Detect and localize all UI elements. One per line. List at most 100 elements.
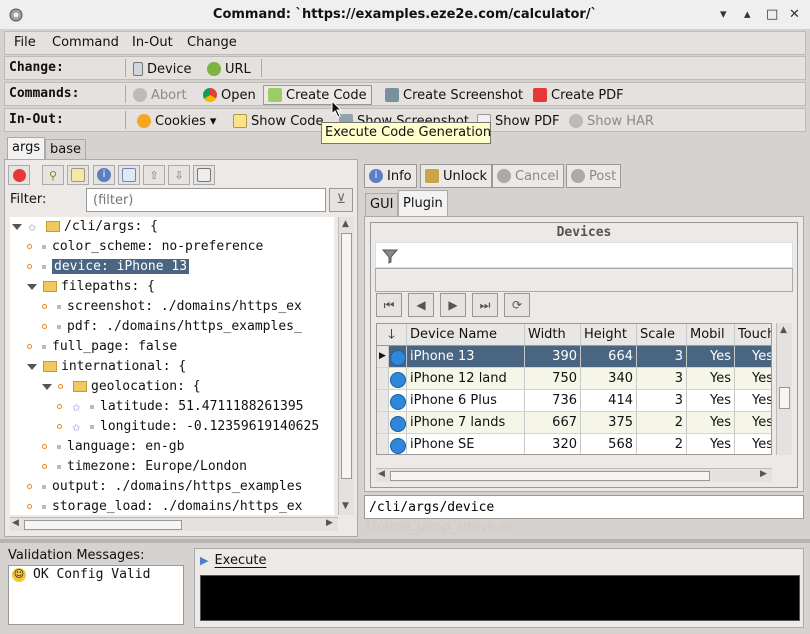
- table-row[interactable]: iPhone 6 Plus 736 414 3 Yes Yes: [377, 390, 771, 412]
- args-tree[interactable]: ✩ /cli/args: {color_scheme: no-preference…: [10, 217, 334, 515]
- post-button[interactable]: Post: [566, 164, 622, 188]
- create-code-button[interactable]: Create Code: [263, 85, 372, 105]
- tree-horizontal-scrollbar[interactable]: ◀ ▶: [10, 517, 338, 531]
- tree-row[interactable]: device: iPhone 13: [27, 257, 190, 277]
- abort-button[interactable]: Abort: [129, 85, 191, 105]
- close-button[interactable]: ✕: [789, 7, 800, 22]
- table-horizontal-scrollbar[interactable]: ◀ ▶: [376, 468, 772, 482]
- open-button[interactable]: Open: [199, 85, 260, 105]
- table-row[interactable]: ▶ iPhone 13 390 664 3 Yes Yes: [377, 346, 771, 368]
- url-button[interactable]: URL: [203, 59, 255, 79]
- show-code-button[interactable]: Show Code: [229, 111, 328, 131]
- tab-args[interactable]: args: [7, 137, 46, 159]
- column-header[interactable]: Touch: [735, 324, 771, 346]
- expand-toggle-icon[interactable]: [42, 383, 52, 390]
- last-record-button[interactable]: ⏭: [472, 293, 498, 317]
- device-button[interactable]: Device: [129, 59, 195, 79]
- devices-search-bar[interactable]: [375, 268, 793, 292]
- column-header[interactable]: Scale: [637, 324, 687, 346]
- tree-row[interactable]: ✩ /cli/args: {: [12, 217, 158, 237]
- column-header[interactable]: Device Name: [407, 324, 525, 346]
- info-tool-button[interactable]: i: [93, 165, 115, 185]
- splitter[interactable]: [0, 539, 810, 543]
- tree-vertical-scrollbar[interactable]: ▲ ▼: [338, 217, 354, 515]
- table-cell: Yes: [735, 368, 771, 390]
- unlock-button[interactable]: Unlock: [420, 164, 492, 188]
- tab-gui[interactable]: GUI: [365, 193, 399, 217]
- scroll-thumb[interactable]: [779, 387, 790, 409]
- expand-toggle-icon[interactable]: [12, 223, 22, 230]
- tree-row[interactable]: language: en-gb: [42, 437, 184, 457]
- expand-toggle-icon[interactable]: [27, 283, 37, 290]
- table-row[interactable]: iPhone SE 320 568 2 Yes Yes: [377, 434, 771, 454]
- create-code-button-label: Create Code: [286, 87, 367, 103]
- cancel-button[interactable]: Cancel: [492, 164, 565, 188]
- tree-row[interactable]: filepaths: {: [27, 277, 155, 297]
- first-record-button[interactable]: ⏮: [376, 293, 402, 317]
- folder-icon: [73, 381, 87, 392]
- node-bullet-icon: [42, 304, 47, 309]
- tree-row[interactable]: geolocation: {: [42, 377, 201, 397]
- tree-row[interactable]: timezone: Europe/London: [42, 457, 247, 477]
- restore-button[interactable]: ▴: [744, 7, 751, 22]
- move-up-button[interactable]: ⇧: [143, 165, 165, 185]
- tree-row[interactable]: ✩ latitude: 51.4711188261395: [57, 397, 304, 417]
- minimize-button[interactable]: ▾: [720, 7, 727, 22]
- edit-button[interactable]: [67, 165, 89, 185]
- tree-row[interactable]: screenshot: ./domains/https_ex: [42, 297, 302, 317]
- code-file-icon: [233, 114, 247, 128]
- maximize-button[interactable]: □: [766, 7, 778, 22]
- column-header[interactable]: Height: [581, 324, 637, 346]
- cancel-icon: [497, 169, 511, 183]
- table-vertical-scrollbar[interactable]: ▲: [776, 323, 792, 455]
- scroll-thumb[interactable]: [24, 520, 182, 530]
- tab-plugin[interactable]: Plugin: [398, 190, 448, 217]
- path-field[interactable]: [364, 495, 804, 519]
- execute-label: Execute: [214, 553, 267, 568]
- tree-row[interactable]: storage_load: ./domains/https_ex: [27, 497, 302, 515]
- create-screenshot-button[interactable]: Create Screenshot: [381, 85, 527, 105]
- menu-change[interactable]: Change: [187, 35, 237, 50]
- move-down-button[interactable]: ⇩: [168, 165, 190, 185]
- expand-toggle-icon[interactable]: [27, 363, 37, 370]
- scroll-thumb[interactable]: [390, 471, 710, 481]
- tree-row[interactable]: color_scheme: no-preference: [27, 237, 263, 257]
- menu-command[interactable]: Command: [52, 35, 119, 50]
- settings-tool-button[interactable]: [193, 165, 215, 185]
- sort-down-icon[interactable]: 🡓: [377, 324, 407, 346]
- cookies-button[interactable]: Cookies ▾: [133, 111, 220, 131]
- table-row[interactable]: iPhone 12 land 750 340 3 Yes Yes: [377, 368, 771, 390]
- next-record-button[interactable]: ▶: [440, 293, 466, 317]
- smiley-icon: ☺: [12, 568, 26, 582]
- info-icon: i: [97, 168, 111, 182]
- devices-table[interactable]: 🡓 Device Name Width Height Scale Mobil Touch ▶ i…: [376, 323, 772, 455]
- column-header[interactable]: Mobil: [687, 324, 735, 346]
- scroll-thumb[interactable]: [341, 233, 352, 479]
- tree-row[interactable]: full_page: false: [27, 337, 177, 357]
- tree-row[interactable]: output: ./domains/https_examples: [27, 477, 302, 497]
- node-bullet-icon: [57, 404, 62, 409]
- table-cell: 2: [637, 412, 687, 434]
- info-button[interactable]: i Info: [364, 164, 417, 188]
- execute-button[interactable]: ▶ Execute: [200, 553, 266, 568]
- prev-record-button[interactable]: ◀: [408, 293, 434, 317]
- clear-filter-button[interactable]: ⊻: [329, 188, 353, 212]
- tree-row[interactable]: ✩ longitude: -0.12359619140625: [57, 417, 319, 437]
- tab-base[interactable]: base: [45, 139, 86, 159]
- menu-inout[interactable]: In-Out: [132, 35, 173, 50]
- refresh-button[interactable]: ⟳: [504, 293, 530, 317]
- tree-row[interactable]: pdf: ./domains/https_examples_: [42, 317, 302, 337]
- column-header[interactable]: Width: [525, 324, 581, 346]
- devices-filter-bar[interactable]: [375, 242, 793, 268]
- table-row[interactable]: iPhone 7 lands 667 375 2 Yes Yes: [377, 412, 771, 434]
- create-pdf-button[interactable]: Create PDF: [529, 85, 628, 105]
- tree-row[interactable]: international: {: [27, 357, 186, 377]
- menu-file[interactable]: File: [14, 35, 36, 50]
- grid-icon: [197, 168, 211, 182]
- remove-button[interactable]: [8, 165, 30, 185]
- show-har-button[interactable]: Show HAR: [565, 111, 658, 131]
- copy-button[interactable]: [118, 165, 140, 185]
- edit-icon: [71, 168, 85, 182]
- filter-input[interactable]: [86, 188, 326, 212]
- tool-button-1[interactable]: ⚲: [42, 165, 64, 185]
